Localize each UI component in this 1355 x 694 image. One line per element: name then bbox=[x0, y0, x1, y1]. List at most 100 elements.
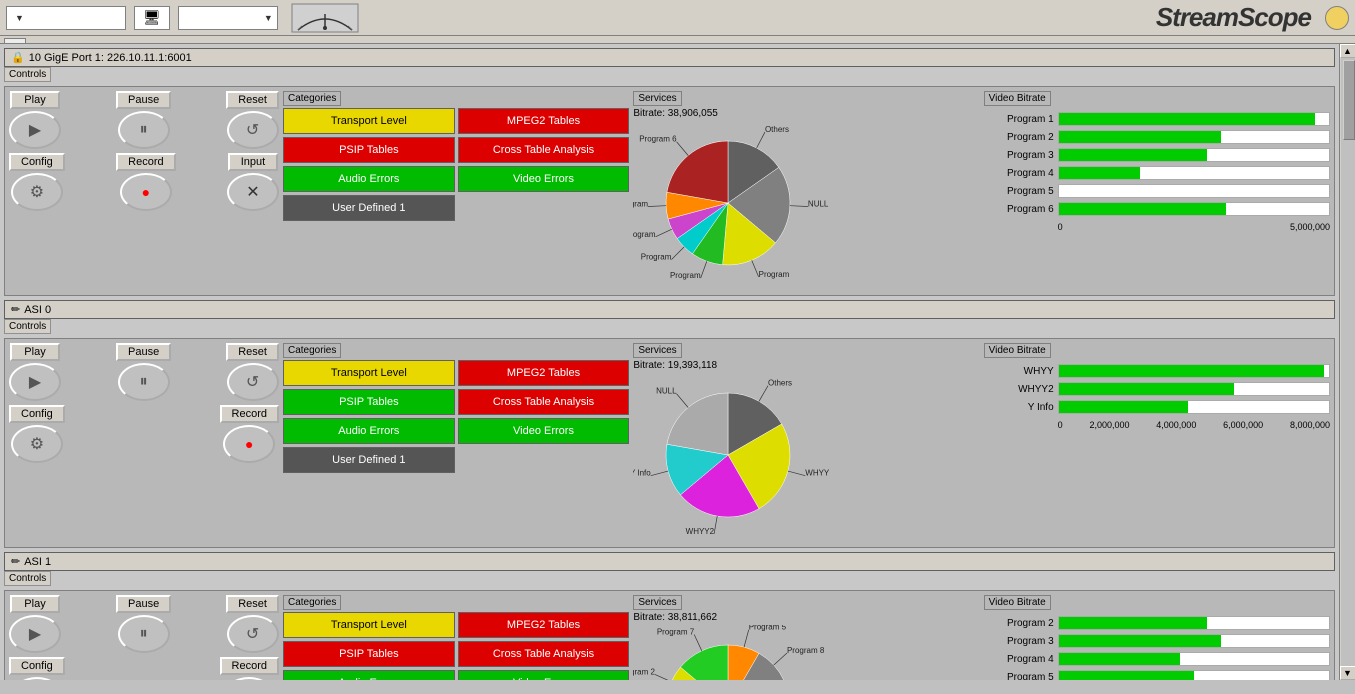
record-button[interactable]: Record bbox=[220, 657, 279, 675]
axis-label: 6,000,000 bbox=[1223, 420, 1263, 430]
bar-track bbox=[1058, 364, 1330, 378]
input-body-2: Play ▶ Pause ⏸ Reset ↺ Config ⚙ bbox=[4, 590, 1335, 680]
cat-video[interactable]: Video Errors bbox=[458, 166, 630, 192]
cat-user[interactable]: User Defined 1 bbox=[283, 195, 455, 221]
cat-psip[interactable]: PSIP Tables bbox=[283, 137, 455, 163]
input-section-1: ✏ ASI 0 Controls Play ▶ Pause ⏸ bbox=[4, 300, 1335, 548]
play-group: Play ▶ bbox=[9, 343, 61, 401]
bar-row: Program 4 bbox=[984, 166, 1330, 180]
bar-fill bbox=[1059, 617, 1208, 629]
config-round-button[interactable]: ⚙ bbox=[11, 677, 63, 680]
play-round-button[interactable]: ▶ bbox=[9, 363, 61, 401]
cat-mpeg2[interactable]: MPEG2 Tables bbox=[458, 108, 630, 134]
play-button[interactable]: Play bbox=[10, 343, 60, 361]
controls-bar-2[interactable]: Controls bbox=[4, 571, 51, 586]
cat-video[interactable]: Video Errors bbox=[458, 418, 630, 444]
help-button[interactable] bbox=[1325, 6, 1349, 30]
reset-button[interactable]: Reset bbox=[226, 595, 279, 613]
play-round-button[interactable]: ▶ bbox=[9, 111, 61, 149]
cat-audio[interactable]: Audio Errors bbox=[283, 418, 455, 444]
cat-transport[interactable]: Transport Level bbox=[283, 360, 455, 386]
categories-grid: Transport Level MPEG2 Tables PSIP Tables… bbox=[283, 612, 629, 680]
play-button[interactable]: Play bbox=[10, 91, 60, 109]
config-button[interactable]: Config bbox=[9, 153, 65, 171]
cat-cross[interactable]: Cross Table Analysis bbox=[458, 137, 630, 163]
svg-text:Program: Program bbox=[633, 199, 648, 208]
svg-text:Program: Program bbox=[633, 230, 656, 239]
config-button[interactable]: Config bbox=[9, 405, 65, 423]
input-header-label: 10 GigE Port 1: 226.10.11.1:6001 bbox=[29, 52, 192, 64]
pause-round-button[interactable]: ⏸ bbox=[118, 111, 170, 149]
tab-overview[interactable] bbox=[4, 38, 26, 43]
bitrate-display: ▼ bbox=[178, 6, 278, 30]
bar-label: Program 1 bbox=[984, 114, 1054, 125]
cat-cross[interactable]: Cross Table Analysis bbox=[458, 389, 630, 415]
bar-track bbox=[1058, 634, 1330, 648]
reset-round-button[interactable]: ↺ bbox=[227, 363, 279, 401]
cat-psip[interactable]: PSIP Tables bbox=[283, 389, 455, 415]
config-group: Config ⚙ bbox=[9, 657, 65, 680]
reset-round-button[interactable]: ↺ bbox=[227, 615, 279, 653]
record-button[interactable]: Record bbox=[220, 405, 279, 423]
config-round-button[interactable]: ⚙ bbox=[11, 425, 63, 463]
scrollbar-down-button[interactable]: ▼ bbox=[1340, 666, 1355, 680]
pause-round-button[interactable]: ⏸ bbox=[118, 363, 170, 401]
config-round-button[interactable]: ⚙ bbox=[11, 173, 63, 211]
services-label: Services bbox=[633, 343, 681, 358]
controls-bar-1[interactable]: Controls bbox=[4, 319, 51, 334]
bar-label: Program 5 bbox=[984, 186, 1054, 197]
video-bitrate-panel-2: Video Bitrate Program 2 Program 3 Progra… bbox=[984, 595, 1330, 680]
pause-button[interactable]: Pause bbox=[116, 91, 171, 109]
cat-cross[interactable]: Cross Table Analysis bbox=[458, 641, 630, 667]
controls-bar-0[interactable]: Controls bbox=[4, 67, 51, 82]
bar-track bbox=[1058, 670, 1330, 680]
config-button[interactable]: Config bbox=[9, 657, 65, 675]
play-button[interactable]: Play bbox=[10, 595, 60, 613]
reset-button[interactable]: Reset bbox=[226, 343, 279, 361]
categories-label: Categories bbox=[283, 595, 341, 610]
record-button[interactable]: Record bbox=[116, 153, 175, 171]
bitrate-label: Bitrate: 38,811,662 bbox=[633, 612, 979, 623]
bar-chart: WHYY WHYY2 Y Info bbox=[984, 360, 1330, 418]
record-round-button[interactable]: ● bbox=[223, 425, 275, 463]
svg-text:Others: Others bbox=[768, 379, 792, 388]
pause-button[interactable]: Pause bbox=[116, 343, 171, 361]
cat-audio[interactable]: Audio Errors bbox=[283, 166, 455, 192]
cat-mpeg2[interactable]: MPEG2 Tables bbox=[458, 360, 630, 386]
svg-text:Others: Others bbox=[765, 125, 789, 134]
bar-fill bbox=[1059, 113, 1316, 125]
cat-psip[interactable]: PSIP Tables bbox=[283, 641, 455, 667]
input-header-icon: ✏ bbox=[11, 555, 20, 568]
input-header-1: ✏ ASI 0 bbox=[4, 300, 1335, 319]
svg-text:Program: Program bbox=[759, 270, 790, 279]
record-round-button[interactable]: ● bbox=[120, 173, 172, 211]
bar-row: WHYY2 bbox=[984, 382, 1330, 396]
scrollbar-thumb[interactable] bbox=[1343, 60, 1355, 140]
cat-transport[interactable]: Transport Level bbox=[283, 108, 455, 134]
config-controls: Config ⚙ Record ● Input ✕ bbox=[9, 153, 279, 211]
cat-audio[interactable]: Audio Errors bbox=[283, 670, 455, 680]
pause-round-button[interactable]: ⏸ bbox=[118, 615, 170, 653]
cat-mpeg2[interactable]: MPEG2 Tables bbox=[458, 612, 630, 638]
cat-video[interactable]: Video Errors bbox=[458, 670, 630, 680]
scrollbar-track[interactable]: ▲ ▼ bbox=[1339, 44, 1355, 680]
input-header-2: ✏ ASI 1 bbox=[4, 552, 1335, 571]
play-round-button[interactable]: ▶ bbox=[9, 615, 61, 653]
scroll-container[interactable]: 🔒 10 GigE Port 1: 226.10.11.1:6001 Contr… bbox=[0, 44, 1339, 680]
cat-user[interactable]: User Defined 1 bbox=[283, 447, 455, 473]
bar-row: Program 3 bbox=[984, 148, 1330, 162]
input-button[interactable]: Input bbox=[228, 153, 278, 171]
pause-button[interactable]: Pause bbox=[116, 595, 171, 613]
svg-text:Y Info: Y Info bbox=[633, 469, 651, 478]
show-active-dropdown[interactable]: ▼ bbox=[6, 6, 126, 30]
monitor-icon: 🖥 bbox=[143, 9, 161, 26]
reset-button[interactable]: Reset bbox=[226, 91, 279, 109]
pause-group: Pause ⏸ bbox=[116, 91, 171, 149]
bar-fill bbox=[1059, 167, 1140, 179]
scrollbar-up-button[interactable]: ▲ bbox=[1340, 44, 1355, 58]
reset-round-button[interactable]: ↺ bbox=[227, 111, 279, 149]
record-round-button[interactable]: ● bbox=[223, 677, 275, 680]
cat-transport[interactable]: Transport Level bbox=[283, 612, 455, 638]
svg-text:WHYY2: WHYY2 bbox=[686, 527, 715, 536]
input-round-button[interactable]: ✕ bbox=[227, 173, 279, 211]
